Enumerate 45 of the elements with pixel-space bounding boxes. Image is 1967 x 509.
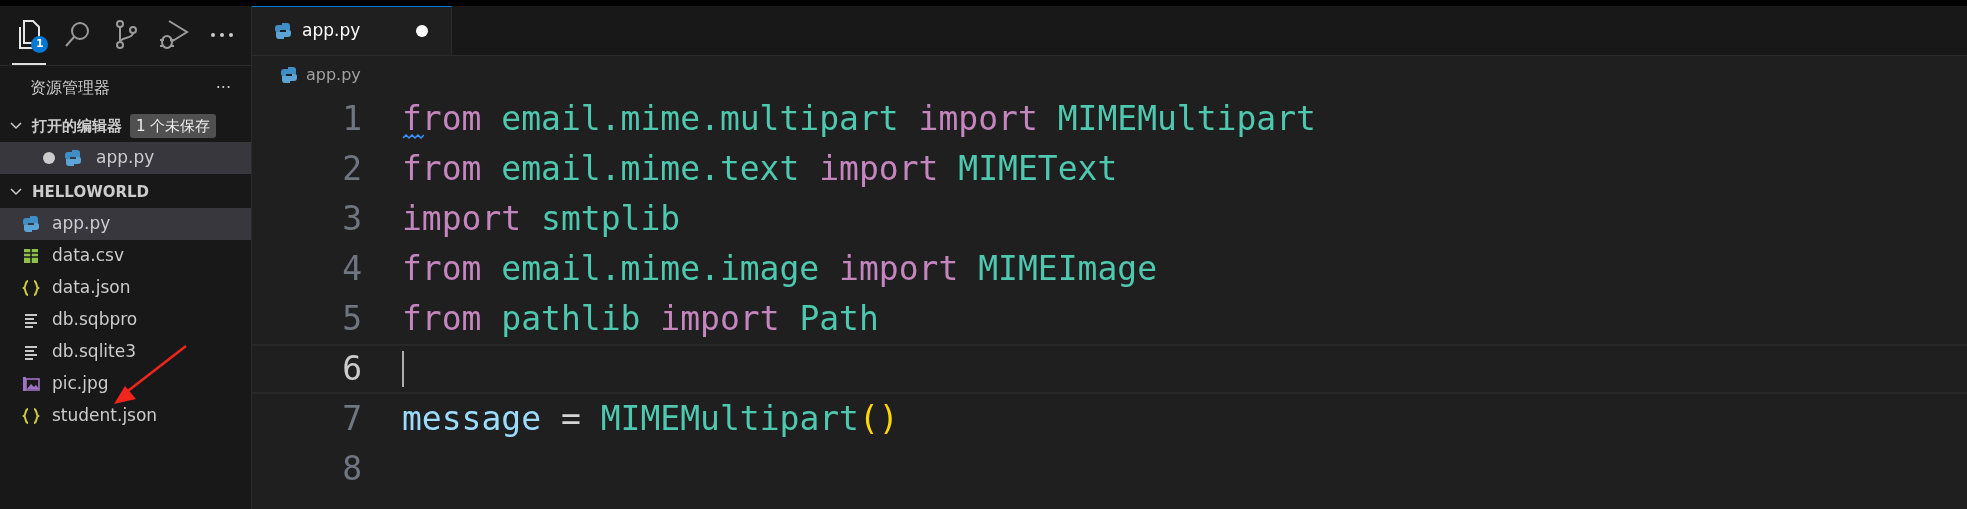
section-header[interactable]: 打开的编辑器: [32, 114, 122, 138]
lines-icon: [22, 343, 40, 361]
unsaved-dot-icon: [42, 151, 56, 165]
python-file-icon: [274, 22, 292, 40]
line-number: 1: [341, 98, 363, 141]
image-file-icon: [22, 375, 40, 393]
line-number: 4: [341, 248, 363, 291]
more-actions-button[interactable]: ···: [215, 76, 231, 100]
code-line: message = MIMEMultipart(): [402, 398, 899, 441]
file-item[interactable]: app.py: [0, 208, 251, 240]
code-line: from pathlib import Path: [402, 298, 879, 341]
panel-title: 资源管理器: [30, 77, 110, 99]
code-line: from email.mime.text import MIMEText: [402, 148, 1118, 191]
unsaved-dot-icon: [415, 24, 429, 38]
breadcrumb-item[interactable]: app.py: [306, 63, 361, 87]
line-number: 5: [341, 298, 363, 341]
code-line: from email.mime.multipart import MIMEMultipart: [402, 98, 1316, 141]
code-line: from email.mime.image import MIMEImage: [402, 248, 1157, 291]
braces-icon: [22, 407, 40, 425]
line-number: 7: [341, 398, 363, 441]
unsaved-badge: 1 个未保存: [130, 113, 217, 139]
file-item[interactable]: db.sqlite3: [0, 336, 251, 368]
activity-tab[interactable]: 1: [12, 6, 47, 65]
line-number: 3: [341, 198, 363, 241]
more-icon: [210, 32, 233, 37]
python-file-icon: [64, 149, 82, 167]
lines-icon: [22, 311, 40, 329]
python-file-icon: [280, 66, 298, 84]
file-item[interactable]: student.json: [0, 400, 251, 432]
file-item[interactable]: data.json: [0, 272, 251, 304]
file-item[interactable]: data.csv: [0, 240, 251, 272]
file-item[interactable]: db.sqbpro: [0, 304, 251, 336]
folder-header[interactable]: HELLOWORLD: [32, 180, 149, 204]
count-badge: 1: [31, 35, 49, 53]
editor-tab[interactable]: app.py: [252, 6, 452, 55]
braces-icon: [22, 279, 40, 297]
file-item[interactable]: pic.jpg: [0, 368, 251, 400]
line-number: 2: [341, 148, 363, 191]
line-number: 6: [341, 348, 363, 391]
code-line: import smtplib: [402, 198, 681, 241]
text-cursor: [402, 351, 404, 387]
table-file-icon: [22, 247, 40, 265]
open-editor-item[interactable]: app.py: [0, 142, 251, 174]
line-number: 8: [341, 448, 363, 491]
python-file-icon: [22, 215, 40, 233]
